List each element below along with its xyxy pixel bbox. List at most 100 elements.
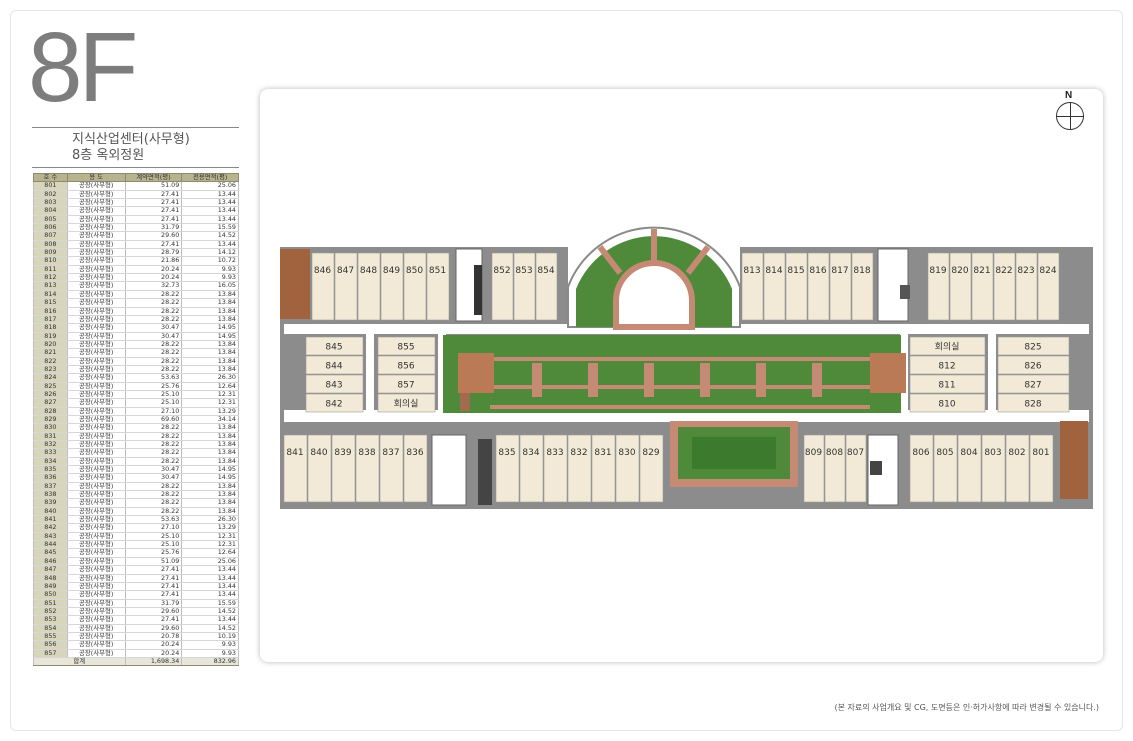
unit-label: 832	[570, 448, 587, 458]
unit-room	[949, 252, 972, 321]
contract-area-cell: 25.10	[124, 398, 183, 408]
usage-cell: 공장(사무형)	[66, 348, 126, 358]
unit-room	[379, 434, 404, 503]
unit-room	[283, 434, 308, 503]
table-row: 819 공장(사무형) 30.47 14.95	[33, 332, 239, 341]
subtitle-divider	[32, 167, 239, 168]
table-row: 839 공장(사무형) 28.22 13.84	[33, 499, 239, 508]
table-row: 805 공장(사무형) 27.41 13.44	[33, 215, 239, 225]
exclusive-area-cell: 14.52	[181, 232, 239, 241]
unit-no-cell: 815	[33, 298, 68, 308]
table-row: 843 공장(사무형) 25.10 12.31	[33, 532, 239, 542]
table-row: 840 공장(사무형) 28.22 13.84	[33, 507, 239, 517]
table-body: 801 공장(사무형) 51.09 25.06 802 공장(사무형) 27.41 13.44…	[33, 182, 239, 667]
unit-label: 811	[938, 381, 955, 391]
contract-area-cell: 28.22	[124, 298, 183, 308]
unit-no-cell: 830	[33, 423, 68, 433]
table-row: 830 공장(사무형) 28.22 13.84	[33, 423, 239, 433]
unit-room	[491, 252, 514, 321]
unit-room	[513, 252, 536, 321]
usage-cell: 공장(사무형)	[66, 590, 126, 600]
unit-label: 827	[1024, 381, 1041, 391]
unit-label: 814	[765, 266, 782, 276]
unit-no-cell: 827	[33, 398, 68, 408]
unit-label: 809	[805, 448, 822, 458]
unit-no-cell: 857	[33, 649, 68, 658]
unit-label: 824	[1039, 266, 1056, 276]
table-row: 823 공장(사무형) 28.22 13.84	[33, 365, 239, 375]
usage-cell: 공장(사무형)	[66, 323, 126, 333]
unit-label: 829	[642, 448, 659, 458]
floor-plan-card: 846 847 848 849 850 851 852 853 854 813 814 815 81…	[260, 89, 1103, 662]
table-row: 822 공장(사무형) 28.22 13.84	[33, 357, 239, 366]
unit-room	[591, 434, 616, 503]
unit-label: 852	[493, 266, 510, 276]
contract-area-cell: 28.22	[124, 449, 183, 458]
exclusive-area-cell: 9.93	[181, 640, 239, 650]
table-row: 841 공장(사무형) 53.63 26.30	[33, 515, 239, 525]
unit-label: 807	[847, 448, 864, 458]
usage-cell: 공장(사무형)	[66, 474, 126, 483]
unit-label: 854	[537, 266, 554, 276]
table-row: 844 공장(사무형) 25.10 12.31	[33, 540, 239, 550]
unit-no-cell: 836	[33, 474, 68, 483]
usage-cell: 공장(사무형)	[66, 298, 126, 308]
unit-room	[993, 252, 1016, 321]
table-row: 845 공장(사무형) 25.76 12.64	[33, 549, 239, 558]
unit-row-bottom-mid: 835 834 833 832 831 830 829	[495, 434, 664, 503]
contract-area-cell: 27.41	[124, 565, 183, 575]
table-row: 849 공장(사무형) 27.41 13.44	[33, 582, 239, 592]
unit-room	[639, 434, 664, 503]
table-row: 835 공장(사무형) 30.47 14.95	[33, 465, 239, 475]
table-row: 803 공장(사무형) 27.41 13.44	[33, 198, 239, 208]
table-row: 804 공장(사무형) 27.41 13.44	[33, 207, 239, 216]
unit-no-cell: 824	[33, 373, 68, 383]
unit-room	[1029, 434, 1054, 503]
unit-label: 831	[594, 448, 611, 458]
contract-area-cell: 29.60	[124, 232, 183, 241]
unit-room	[803, 434, 825, 503]
contract-area-cell: 28.22	[124, 423, 183, 433]
unit-label: 818	[853, 266, 870, 276]
unit-label: 825	[1024, 343, 1041, 353]
unit-label: 840	[310, 448, 327, 458]
unit-room	[981, 434, 1006, 503]
contract-area-cell: 28.22	[124, 348, 183, 358]
total-contract-area: 1,698.34	[124, 656, 183, 667]
exclusive-area-cell: 13.84	[181, 348, 239, 358]
unit-room	[763, 252, 786, 321]
exclusive-area-cell: 13.44	[181, 615, 239, 625]
exclusive-area-cell: 13.44	[181, 590, 239, 600]
exclusive-area-cell: 25.06	[181, 182, 239, 191]
table-row: 850 공장(사무형) 27.41 13.44	[33, 590, 239, 600]
usage-cell: 공장(사무형)	[66, 423, 126, 433]
unit-room	[615, 434, 640, 503]
unit-label: 820	[951, 266, 968, 276]
usage-cell: 공장(사무형)	[66, 182, 126, 191]
unit-label: 835	[498, 448, 515, 458]
usage-cell: 공장(사무형)	[66, 449, 126, 458]
unit-no-cell: 850	[33, 590, 68, 600]
unit-room	[1037, 252, 1060, 321]
table-row: 856 공장(사무형) 20.24 9.93	[33, 640, 239, 650]
table-row: 810 공장(사무형) 21.86 10.72	[33, 257, 239, 266]
table-row: 836 공장(사무형) 30.47 14.95	[33, 474, 239, 483]
exclusive-area-cell: 14.95	[181, 323, 239, 333]
exclusive-area-cell: 13.84	[181, 423, 239, 433]
table-row: 831 공장(사무형) 28.22 13.84	[33, 432, 239, 442]
unit-no-cell: 847	[33, 565, 68, 575]
contract-area-cell: 27.41	[124, 207, 183, 216]
table-row: 817 공장(사무형) 28.22 13.84	[33, 315, 239, 325]
exclusive-area-cell: 13.84	[181, 298, 239, 308]
unit-label: 813	[743, 266, 760, 276]
unit-label: 802	[1008, 448, 1025, 458]
table-row: 820 공장(사무형) 28.22 13.84	[33, 340, 239, 350]
table-row: 816 공장(사무형) 28.22 13.84	[33, 307, 239, 316]
unit-label: 806	[912, 448, 929, 458]
unit-no-cell: 801	[33, 182, 68, 191]
unit-room	[355, 434, 380, 503]
title-divider	[32, 127, 239, 128]
exclusive-area-cell: 13.84	[181, 499, 239, 508]
table-row: 848 공장(사무형) 27.41 13.44	[33, 574, 239, 583]
floor-plan-drawing: 846 847 848 849 850 851 852 853 854 813 814 815 81…	[280, 226, 1093, 509]
